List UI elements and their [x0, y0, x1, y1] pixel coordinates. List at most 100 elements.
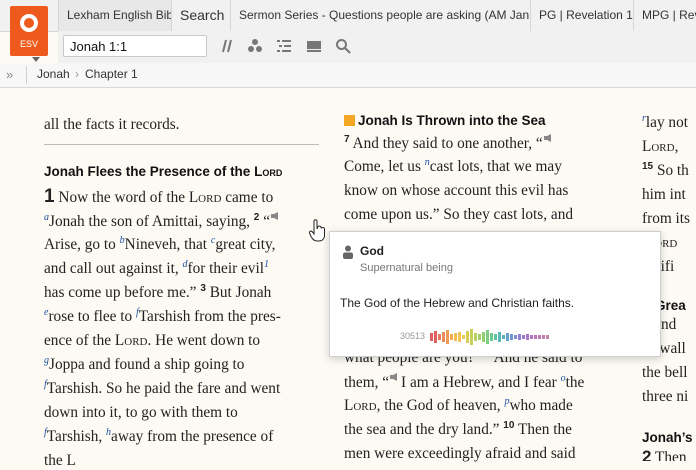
col1-top-text: all the facts it records.: [44, 116, 180, 133]
chapter-number: 1: [44, 186, 55, 207]
breadcrumb-divider: [26, 66, 27, 84]
heading-jonah-flees: Jonah Flees the Presence of the Lord: [44, 164, 282, 179]
popup-subtitle: Supernatural being: [360, 262, 453, 274]
visual-filters-icon[interactable]: [247, 38, 263, 54]
col2-line-1: 7 And they said to one another, “: [344, 134, 555, 153]
lord-smallcaps: ord: [651, 138, 675, 155]
col1-line-8: gJoppa and found a ship going to: [44, 355, 245, 374]
col3-line-12: 2 Then: [642, 447, 686, 461]
person-icon: [343, 245, 353, 259]
text: the sea and the dry land.”: [344, 421, 500, 438]
col2-line-6: them, “I am a Hebrew, and I fear othe: [344, 373, 584, 392]
lord-smallcaps: Lord: [188, 189, 222, 206]
hand-cursor-icon: [309, 219, 325, 242]
col2-line-4: come upon us.” So they cast lots, and: [344, 206, 573, 223]
tab-search[interactable]: Search: [171, 0, 230, 31]
text: , the God of heaven,: [376, 397, 505, 414]
resource-menu-caret-icon[interactable]: [32, 57, 40, 62]
text: Tarshish,: [46, 428, 107, 445]
col3-line-2: Lord,: [642, 138, 678, 156]
tab-mpg-revelation-1[interactable]: MPG | Revelation 1: [633, 0, 696, 31]
col2-line-7: Lord, the God of heaven, pwho made: [344, 396, 573, 415]
speaker-icon[interactable]: [543, 134, 555, 142]
verse-number[interactable]: 15: [642, 161, 653, 172]
col3-line-5: from its: [642, 210, 691, 227]
col3-line-1: rlay not: [642, 113, 688, 132]
text: I am a Hebrew, and I fear: [401, 374, 561, 392]
col3-line-10: the bell: [642, 364, 688, 381]
text: Arise, go to: [44, 236, 120, 253]
verse-number[interactable]: 3: [200, 283, 206, 294]
text: and call out against it,: [44, 260, 183, 277]
col1-line-5: has come up before me.” 3 But Jonah: [44, 283, 271, 302]
text: Tarshish. So he paid the fare and went: [46, 380, 281, 397]
expand-chevron-icon[interactable]: »: [6, 67, 13, 82]
text: down into it, to go with them to: [44, 404, 238, 421]
resource-logo-button[interactable]: ESV: [10, 6, 48, 56]
col1-line-9: fTarshish. So he paid the fare and went: [44, 379, 281, 398]
text: Tarshish from the pres-: [138, 308, 281, 325]
popup-description: The God of the Hebrew and Christian fait…: [340, 296, 575, 310]
col1-line-11: fTarshish, haway from the presence of: [44, 427, 273, 446]
col1-line-4: and call out against it, dfor their evil…: [44, 259, 269, 278]
text: has come up before me.”: [44, 284, 197, 301]
text: ,: [674, 138, 679, 155]
text: cast lots, that we may: [429, 158, 562, 175]
tab-pg-revelation-12[interactable]: PG | Revelation 12: [530, 0, 633, 31]
text: Come, let us: [344, 158, 425, 175]
occurrence-graph[interactable]: [430, 327, 590, 347]
breadcrumb-chapter[interactable]: Chapter 1: [85, 67, 138, 81]
text: Now the word of the: [58, 189, 189, 206]
footnote-marker[interactable]: 1: [264, 259, 269, 270]
text-display-icon[interactable]: [276, 38, 292, 54]
col2-line-9: men were exceedingly afraid and said: [344, 445, 576, 462]
col2-line-2: Come, let us ncast lots, that we may: [344, 157, 562, 176]
col1-line-2: aJonah the son of Amittai, saying, 2 “: [44, 212, 282, 231]
text: great city,: [215, 236, 276, 253]
parallel-icon[interactable]: [218, 38, 234, 54]
heading-thrown-into-sea: Jonah Is Thrown into the Sea: [358, 113, 546, 128]
verse-number[interactable]: 2: [254, 212, 260, 223]
tab-lexham-english-bible[interactable]: Lexham English Bible: [58, 0, 171, 31]
text: . He went down to: [147, 332, 261, 349]
panel-menu-icon[interactable]: [306, 38, 322, 54]
text: Then: [655, 449, 687, 461]
breadcrumb-book[interactable]: Jonah: [37, 67, 70, 81]
col1-line-6: erose to flee to fTarshish from the pres…: [44, 307, 281, 326]
speaker-icon[interactable]: [389, 373, 401, 381]
text: So th: [656, 162, 689, 179]
speaker-icon[interactable]: [270, 212, 282, 220]
logos-logo-icon: [20, 14, 38, 32]
chapter-number: 2: [642, 447, 652, 461]
text: And they said to one another, “: [352, 135, 543, 153]
verse-number[interactable]: 7: [344, 134, 350, 145]
col1-line-10: down into it, to go with them to: [44, 404, 238, 422]
col3-line-11: three ni: [642, 388, 689, 405]
popup-count: 30513: [400, 331, 426, 341]
heading-marker-icon: [344, 115, 355, 126]
verse-number[interactable]: 10: [503, 420, 514, 431]
text: who made: [509, 397, 573, 414]
reference-input[interactable]: [63, 35, 207, 57]
col1-line-3: Arise, go to bNineveh, that cgreat city,: [44, 235, 276, 254]
col1-line-12: the L: [44, 452, 76, 470]
section-divider: [44, 144, 319, 145]
col3-line-3: 15 So th: [642, 161, 689, 180]
text: ence of the: [44, 332, 115, 349]
col1-line-1: 1 Now the word of the Lord came to: [44, 186, 273, 208]
text: Joppa and found a ship going to: [49, 356, 245, 373]
text: L: [642, 138, 652, 155]
tab-sermon-series[interactable]: Sermon Series - Questions people are ask…: [230, 0, 530, 31]
text: the: [565, 374, 585, 392]
col2-line-3: know on whose account this evil has: [344, 182, 569, 199]
factbook-popup[interactable]: God Supernatural being The God of the He…: [329, 231, 661, 357]
text: Jonah the son of Amittai, saying,: [49, 213, 250, 231]
col2-line-8: the sea and the dry land.” 10 Then the: [344, 420, 572, 439]
text: “: [263, 213, 270, 231]
heading-jonahs-prayer: Jonah’s: [642, 430, 693, 445]
search-icon[interactable]: [335, 38, 351, 54]
col1-line-7: ence of the Lord. He went down to: [44, 332, 260, 350]
text: Then the: [517, 421, 572, 438]
text: Nineveh, that: [124, 236, 211, 253]
popup-title[interactable]: God: [360, 244, 384, 258]
